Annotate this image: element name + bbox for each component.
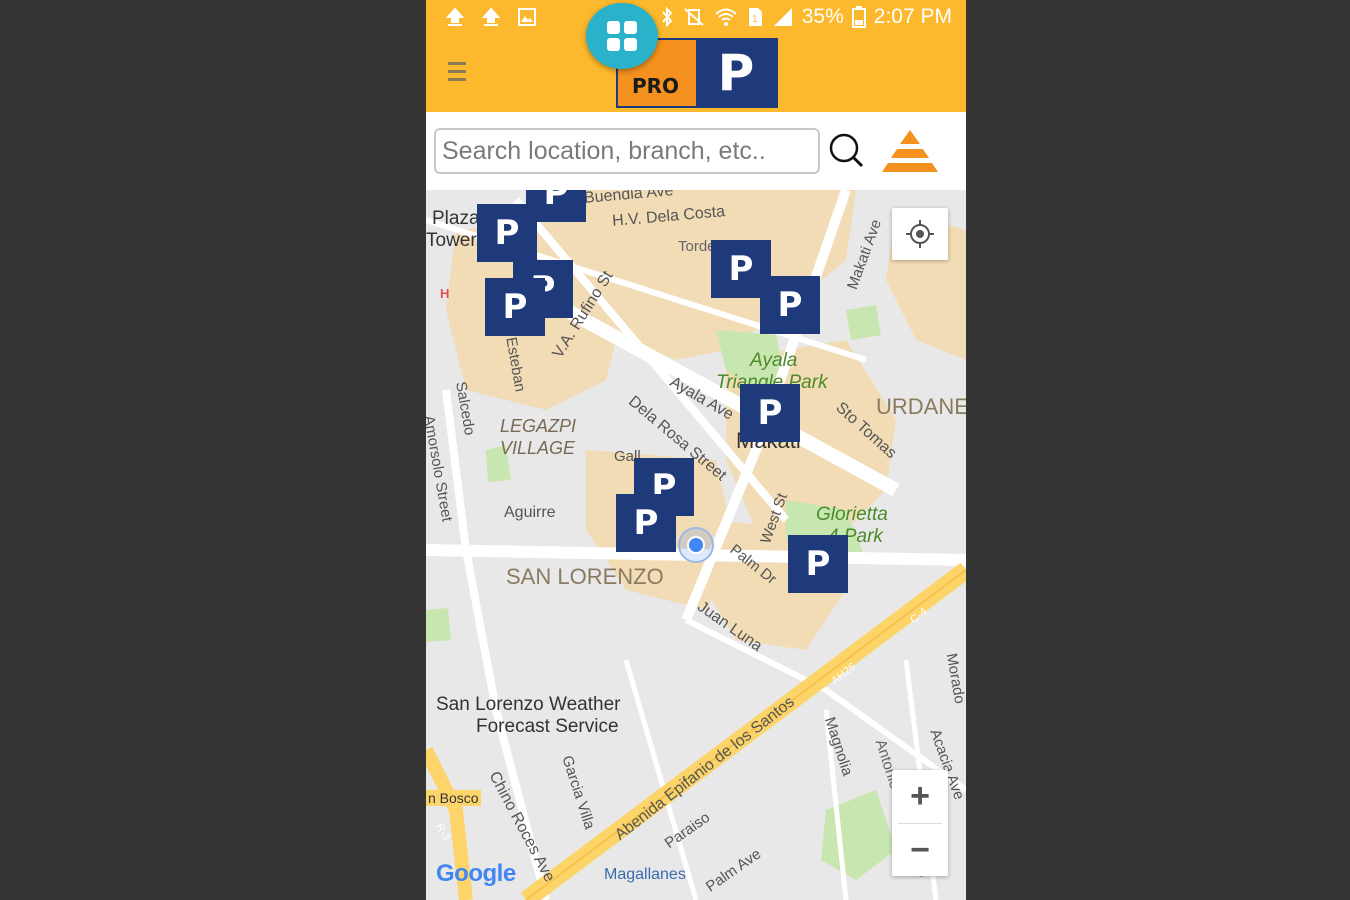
parking-marker[interactable]: P xyxy=(616,494,676,552)
zoom-controls: + − xyxy=(892,770,948,876)
battery-percent: 35% xyxy=(801,5,844,28)
map-view[interactable]: Buendia Ave H.V. Dela Costa Tordesillas … xyxy=(426,190,966,900)
battery-icon xyxy=(851,6,866,28)
district-label: LEGAZPI xyxy=(500,416,577,436)
parking-marker[interactable]: P xyxy=(760,276,820,334)
hospital-label: H xyxy=(440,286,450,301)
district-label: SAN LORENZO xyxy=(506,564,664,589)
parking-marker[interactable]: P xyxy=(740,384,800,442)
apps-grid-button[interactable] xyxy=(586,3,658,69)
place-label: n Bosco xyxy=(426,790,481,806)
notification-icons xyxy=(444,6,538,28)
status-indicators: 1 35% 2:07 PM xyxy=(660,5,952,29)
search-bar xyxy=(426,112,966,190)
transit-label: Magallanes xyxy=(604,866,686,883)
park-label: Glorietta xyxy=(816,504,888,525)
logo-p-block: P xyxy=(696,40,776,106)
place-label: Tower xyxy=(426,230,477,251)
image-icon xyxy=(518,8,536,26)
status-time: 2:07 PM xyxy=(873,5,952,28)
search-button[interactable] xyxy=(828,132,866,170)
grid-icon xyxy=(607,21,637,51)
collapse-toggle-button[interactable] xyxy=(872,128,948,176)
zoom-in-button[interactable]: + xyxy=(892,770,948,823)
parking-marker[interactable]: P xyxy=(485,278,545,336)
upload-icon xyxy=(481,7,501,26)
district-label: VILLAGE xyxy=(500,438,576,458)
svg-text:1: 1 xyxy=(752,14,758,25)
app-screen: 1 35% 2:07 PM PRO P Search location, bra… xyxy=(426,0,966,900)
triangle-up-icon xyxy=(882,130,938,172)
bluetooth-icon xyxy=(662,6,673,28)
menu-icon[interactable] xyxy=(448,62,466,84)
place-label: San Lorenzo Weather xyxy=(436,694,621,715)
parking-marker[interactable]: P xyxy=(788,535,848,593)
place-label: Plaza xyxy=(432,208,480,229)
search-input[interactable] xyxy=(434,128,820,174)
parking-marker[interactable]: P xyxy=(477,204,537,262)
signal-icon xyxy=(773,8,792,26)
wifi-icon xyxy=(715,8,737,26)
google-attribution: Google xyxy=(436,860,516,887)
upload-icon xyxy=(445,7,465,26)
app-header: 1 35% 2:07 PM PRO P xyxy=(426,0,966,112)
my-location-button[interactable] xyxy=(892,208,948,260)
park-label: Ayala xyxy=(750,350,798,371)
sim-icon: 1 xyxy=(748,8,762,26)
district-label: URDANE xyxy=(876,394,966,419)
search-icon xyxy=(829,133,864,168)
vibrate-mute-icon xyxy=(684,8,704,26)
logo-pro-text: PRO xyxy=(632,74,680,98)
place-label: Forecast Service xyxy=(476,716,619,737)
crosshair-icon xyxy=(906,220,934,248)
zoom-out-button[interactable]: − xyxy=(892,824,948,877)
street-label: Aguirre xyxy=(504,504,556,521)
status-bar: 1 35% 2:07 PM xyxy=(426,0,966,36)
